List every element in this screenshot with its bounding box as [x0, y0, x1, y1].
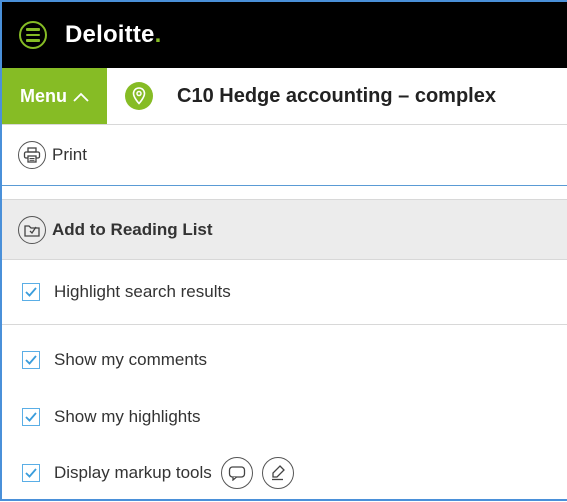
option-show-my-comments[interactable]: Show my comments — [2, 330, 567, 390]
option-label: Display markup tools — [54, 463, 212, 482]
checkmark-icon — [25, 412, 37, 422]
checkbox-show-my-comments[interactable] — [22, 351, 40, 369]
print-action[interactable]: Print — [2, 124, 567, 186]
checkbox-highlight-search-results[interactable] — [22, 283, 40, 301]
deloitte-logo[interactable]: Deloitte. — [65, 21, 161, 49]
reading-list-icon — [18, 215, 46, 244]
checkmark-icon — [25, 468, 37, 478]
top-bar: Deloitte. — [2, 2, 567, 68]
menu-button[interactable]: Menu — [2, 68, 107, 124]
option-label: Show my highlights — [54, 407, 201, 426]
location-pin-icon[interactable] — [125, 82, 153, 110]
option-show-my-highlights[interactable]: Show my highlights — [2, 388, 567, 446]
checkbox-show-my-highlights[interactable] — [22, 408, 40, 426]
add-to-reading-list-action[interactable]: Add to Reading List — [2, 200, 567, 260]
option-highlight-search-results[interactable]: Highlight search results — [2, 260, 567, 325]
option-label: Highlight search results — [54, 282, 231, 301]
brand-dot: . — [154, 21, 162, 48]
print-label: Print — [52, 144, 87, 164]
divider — [2, 186, 567, 200]
chevron-up-icon — [73, 92, 89, 102]
hamburger-icon[interactable] — [19, 21, 47, 49]
checkmark-icon — [25, 287, 37, 297]
reading-list-label: Add to Reading List — [52, 219, 213, 239]
checkmark-icon — [25, 355, 37, 365]
document-title: C10 Hedge accounting – complex — [177, 84, 496, 107]
option-display-markup-tools[interactable]: Display markup tools — [2, 444, 567, 502]
option-label: Show my comments — [54, 350, 208, 369]
highlighter-icon[interactable] — [261, 457, 294, 489]
printer-icon — [18, 140, 46, 169]
comment-icon[interactable] — [220, 457, 253, 489]
checkbox-display-markup-tools[interactable] — [22, 464, 40, 482]
navigation-row: Menu C10 Hedge accounting – complex — [2, 68, 567, 125]
brand-name: Deloitte — [65, 21, 155, 48]
menu-label: Menu — [20, 85, 67, 106]
